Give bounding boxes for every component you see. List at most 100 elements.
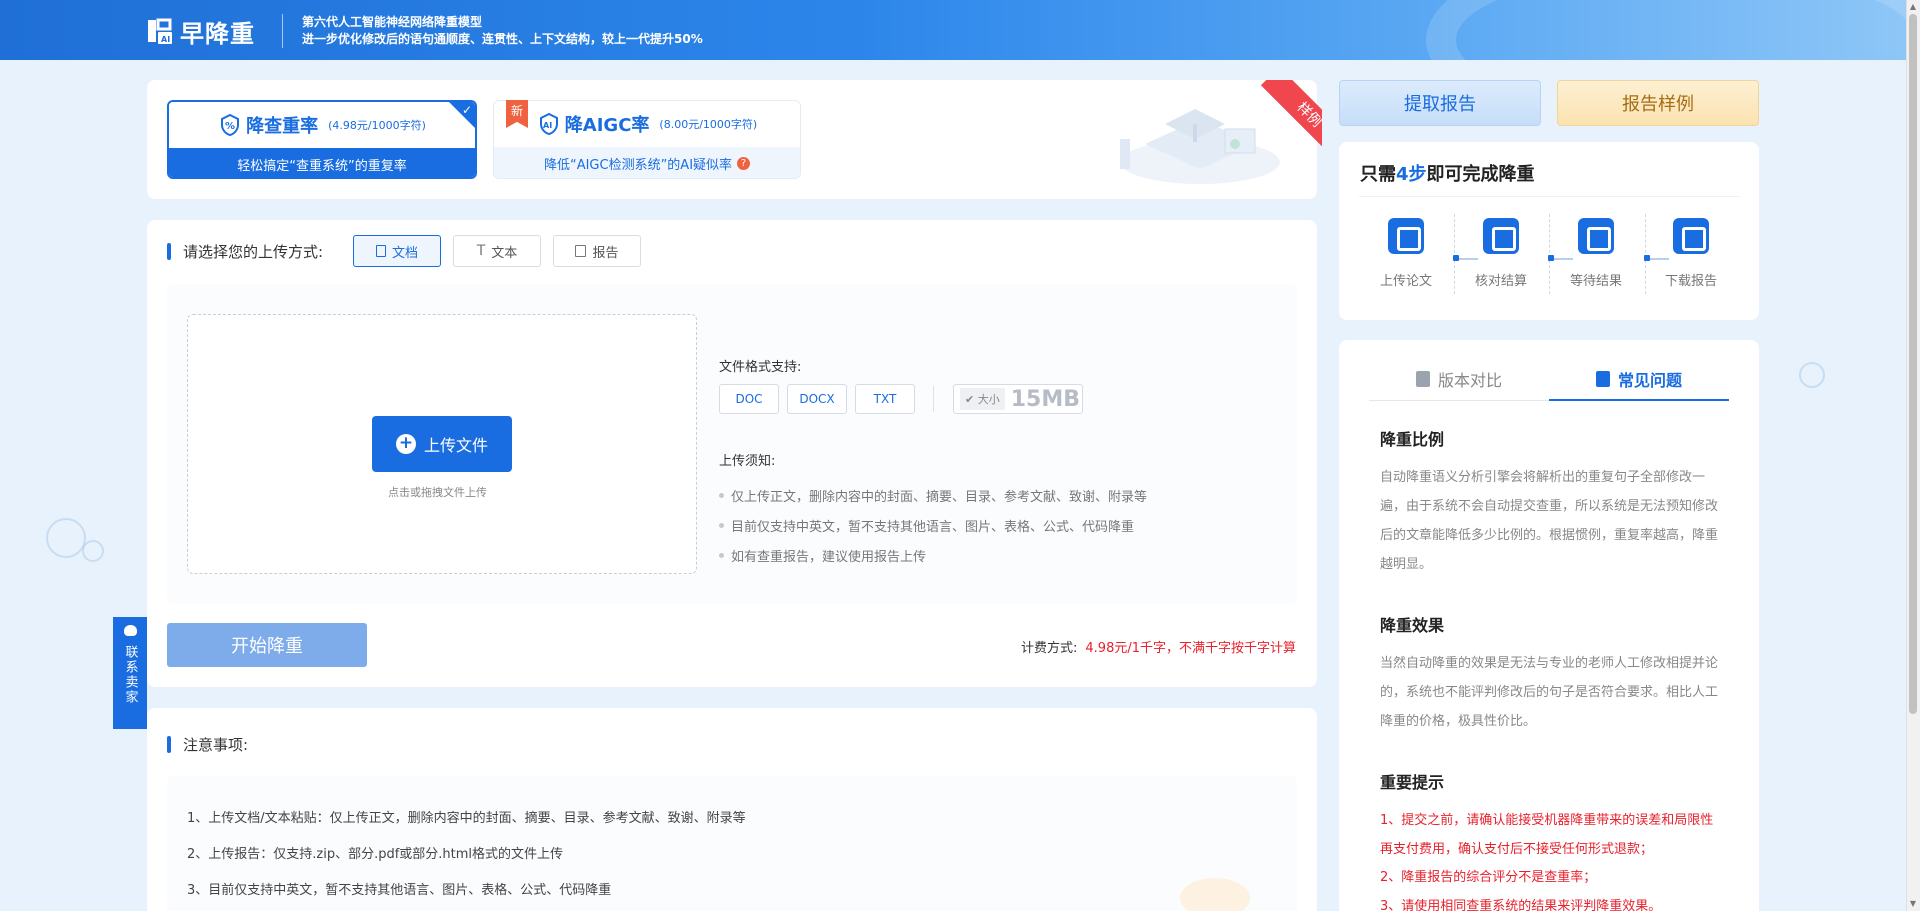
- notes-label-text: 注意事项:: [183, 736, 249, 754]
- note-item: 2、上传报告：仅支持.zip、部分.pdf或部分.html格式的文件上传: [187, 847, 564, 862]
- important-note: 2、降重报告的综合评分不是查重率；: [1380, 870, 1597, 885]
- decorative-blob: [1180, 878, 1250, 911]
- wallet-icon: [1483, 218, 1519, 254]
- mode-title: 降AIGC率: [564, 115, 650, 136]
- mode-subtitle-text: 降低“AIGC检测系统”的AI疑似率: [543, 157, 733, 173]
- start-button[interactable]: 开始降重: [167, 623, 367, 667]
- mode-reduce-plagiarism[interactable]: % 降查重率 (4.98元/1000字符) 轻松搞定“查重系统”的重复率 ✓: [167, 100, 477, 179]
- upload-method-text: 请选择您的上传方式:: [183, 243, 324, 261]
- slogan-line-2: 进一步优化修改后的语句通顺度、连贯性、上下文结构，较上一代提升50%: [302, 32, 703, 46]
- step-label: 核对结算: [1474, 274, 1527, 289]
- size-label-text: 大小: [977, 393, 1000, 406]
- background-circle: [1799, 362, 1825, 388]
- fee-value: 4.98元/1千字，不满千字按千字计算: [1085, 641, 1296, 656]
- sample-report-button[interactable]: 报告样例: [1557, 80, 1759, 126]
- chat-bubble-icon: [124, 625, 137, 636]
- tab-faq[interactable]: 常见问题: [1549, 356, 1729, 401]
- upload-method-label: 请选择您的上传方式:: [167, 241, 323, 262]
- upload-file-button[interactable]: + 上传文件: [372, 416, 512, 472]
- banner-wave-decoration: [1426, 0, 1906, 60]
- note-item: 1、上传文档/文本粘贴：仅上传正文，删除内容中的封面、摘要、目录、参考文献、致谢…: [187, 811, 746, 826]
- tab-label: 版本对比: [1437, 370, 1502, 390]
- chat-icon: [1595, 370, 1610, 387]
- check-icon: ✓: [461, 103, 472, 117]
- important-note: 1、提交之前，请确认能接受机器降重带来的误差和局限性再支付费用，确认支付后不接受…: [1380, 813, 1714, 857]
- note-item: 3、目前仅支持中英文，暂不支持其他语言、图片、表格、公式、代码降重: [187, 883, 612, 898]
- mode-price: (8.00元/1000字符): [659, 118, 758, 131]
- formats-label: 文件格式支持:: [719, 360, 802, 375]
- step-separator: [1454, 214, 1455, 294]
- slogan: 第六代人工智能神经网络降重模型 进一步优化修改后的语句通顺度、连贯性、上下文结构…: [302, 14, 703, 48]
- tab-text[interactable]: T 文本: [453, 235, 541, 267]
- tab-label: 报告: [592, 245, 619, 261]
- top-banner: AI 早降重 第六代人工智能神经网络降重模型 进一步优化修改后的语句通顺度、连贯…: [0, 0, 1906, 60]
- brand-logo[interactable]: AI 早降重: [146, 14, 255, 49]
- sample-ribbon[interactable]: 样例: [1246, 80, 1322, 156]
- extract-report-button[interactable]: 提取报告: [1339, 80, 1541, 126]
- document-icon: [375, 245, 386, 257]
- percent-shield-icon: %: [221, 113, 240, 137]
- mode-price: (4.98元/1000字符): [328, 119, 426, 132]
- upload-icon: [1388, 218, 1424, 254]
- plus-icon: +: [395, 434, 416, 454]
- steps-title: 只需4步即可完成降重: [1360, 160, 1535, 186]
- notice-label: 上传须知:: [719, 454, 776, 469]
- step-checkout: 核对结算: [1461, 218, 1541, 289]
- tab-label: 文本: [491, 245, 518, 261]
- mode-subtitle: 降低“AIGC检测系统”的AI疑似率 ?: [494, 147, 800, 178]
- fee-info: 计费方式: 4.98元/1千字，不满千字按千字计算: [1021, 637, 1296, 656]
- ai-shield-icon: AI: [539, 112, 558, 136]
- step-label: 上传论文: [1379, 274, 1432, 289]
- tab-label: 文档: [391, 245, 418, 261]
- scroll-up-arrow-icon[interactable]: ▲: [1909, 3, 1917, 11]
- help-icon[interactable]: ?: [737, 156, 751, 170]
- mode-subtitle: 轻松搞定“查重系统”的重复率: [169, 148, 475, 177]
- format-txt: TXT: [855, 384, 915, 414]
- sample-ribbon-label: 样例: [1260, 80, 1322, 156]
- notes-label: 注意事项:: [167, 734, 248, 755]
- format-doc: DOC: [719, 384, 779, 414]
- tab-document[interactable]: 文档: [353, 235, 441, 267]
- logo-text: 早降重: [180, 20, 255, 48]
- active-tab-indicator: [1549, 399, 1729, 401]
- download-icon: [1673, 218, 1709, 254]
- mode-title: 降查重率: [246, 116, 319, 137]
- step-upload: 上传论文: [1366, 218, 1446, 289]
- step-label: 等待结果: [1569, 274, 1622, 289]
- format-docx: DOCX: [787, 384, 847, 414]
- step-separator: [1645, 214, 1646, 294]
- background-circle: [82, 540, 104, 562]
- logo-icon: AI: [148, 18, 172, 44]
- clock-icon: [1578, 218, 1614, 254]
- steps-title-prefix: 只需: [1360, 164, 1396, 185]
- tab-label: 常见问题: [1617, 370, 1682, 390]
- faq-title: 降重比例: [1380, 430, 1445, 449]
- file-icon: [1415, 370, 1430, 387]
- scrollbar-thumb[interactable]: [1909, 14, 1917, 714]
- steps-title-suffix: 即可完成降重: [1426, 164, 1535, 185]
- contact-label: 联系卖家: [122, 645, 138, 705]
- format-divider: [933, 386, 934, 412]
- fee-label: 计费方式:: [1021, 641, 1078, 656]
- drop-hint: 点击或拖拽文件上传: [388, 486, 487, 499]
- notice-item: 仅上传正文，删除内容中的封面、摘要、目录、参考文献、致谢、附录等: [719, 486, 1147, 505]
- faq-title: 降重效果: [1380, 616, 1445, 635]
- mode-reduce-aigc[interactable]: AI 降AIGC率 (8.00元/1000字符) 降低“AIGC检测系统”的AI…: [493, 100, 801, 179]
- page-scrollbar[interactable]: ▲ ▼: [1906, 0, 1920, 911]
- tab-version-compare[interactable]: 版本对比: [1369, 356, 1549, 401]
- steps-divider: [1359, 196, 1739, 197]
- steps-count: 4步: [1396, 164, 1427, 185]
- background-circle: [46, 518, 86, 558]
- tab-report[interactable]: 报告: [553, 235, 641, 267]
- text-icon: T: [476, 243, 486, 259]
- scroll-down-arrow-icon[interactable]: ▼: [1909, 900, 1917, 908]
- important-note: 3、请使用相同查重系统的结果来评判降重效果。: [1380, 899, 1662, 911]
- notice-item: 目前仅支持中英文，暂不支持其他语言、图片、表格、公式、代码降重: [719, 516, 1134, 535]
- faq-body: 当然自动降重的效果是无法与专业的老师人工修改相提并论的，系统也不能评判修改后的句…: [1380, 656, 1719, 729]
- logo-divider: [282, 14, 283, 48]
- upload-button-label: 上传文件: [423, 436, 488, 455]
- step-wait: 等待结果: [1556, 218, 1636, 289]
- contact-seller-button[interactable]: 联系卖家: [113, 617, 147, 729]
- step-label: 下载报告: [1664, 274, 1717, 289]
- notice-item: 如有查重报告，建议使用报告上传: [719, 546, 926, 565]
